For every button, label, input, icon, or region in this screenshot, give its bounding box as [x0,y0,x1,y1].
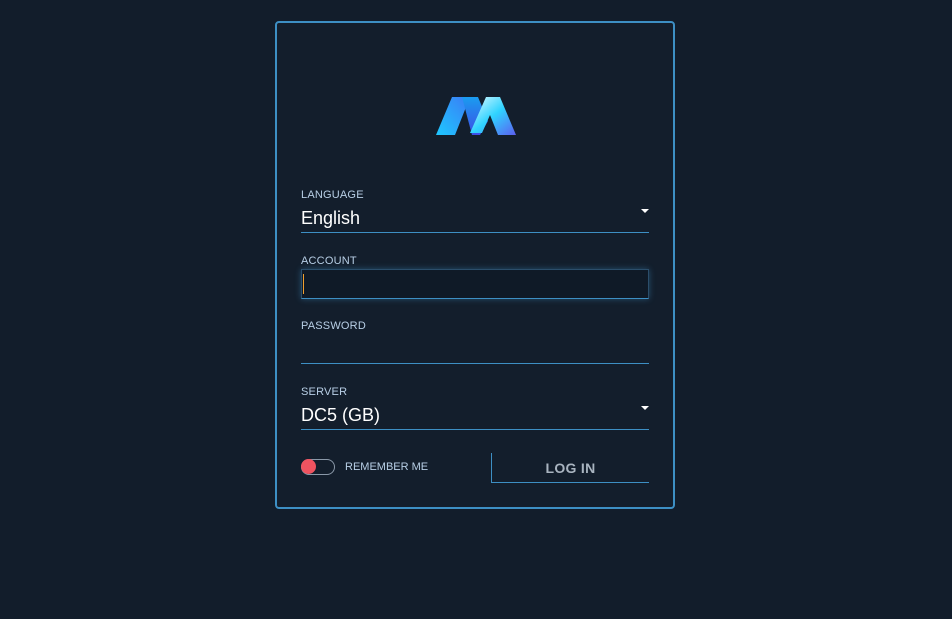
toggle-knob [301,459,316,474]
login-page: LANGUAGE English ACCOUNT PASSWORD SERVER… [0,0,952,619]
language-label: LANGUAGE [301,189,364,201]
account-input[interactable] [302,272,650,296]
account-input-box[interactable] [301,269,650,299]
login-button[interactable]: LOG IN [491,453,649,483]
server-label: SERVER [301,386,348,398]
server-select[interactable]: DC5 (GB) [301,400,649,430]
text-cursor [303,274,304,294]
language-select[interactable]: English [301,203,649,233]
password-field[interactable]: PASSWORD [301,320,649,364]
account-label: ACCOUNT [301,255,357,267]
server-value: DC5 (GB) [301,405,381,425]
language-field[interactable]: LANGUAGE English [301,189,649,233]
password-label: PASSWORD [301,320,366,332]
remember-me-toggle[interactable] [301,459,335,475]
caret-down-icon[interactable] [641,209,649,213]
language-value: English [301,208,361,228]
caret-down-icon[interactable] [641,406,649,410]
remember-me-label: REMEMBER ME [345,461,429,473]
password-input-box[interactable] [301,334,649,364]
login-card: LANGUAGE English ACCOUNT PASSWORD SERVER… [275,21,675,509]
password-input[interactable] [301,338,649,362]
brand-m-logo-icon [436,97,516,135]
server-field[interactable]: SERVER DC5 (GB) [301,386,649,430]
account-field[interactable]: ACCOUNT [301,255,650,299]
